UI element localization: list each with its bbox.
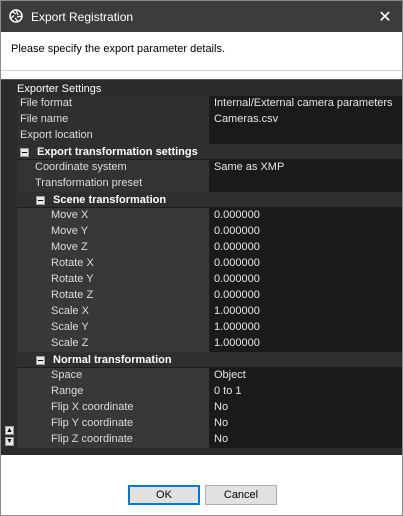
property-name: Flip Z coordinate bbox=[17, 432, 210, 448]
property-row-flip-x[interactable]: Flip X coordinate No bbox=[17, 400, 402, 416]
property-value[interactable]: 0.000000 bbox=[210, 208, 402, 224]
property-row-move-z[interactable]: Move Z 0.000000 bbox=[17, 240, 402, 256]
group-label: Normal transformation bbox=[53, 353, 172, 366]
property-value[interactable]: No bbox=[210, 400, 402, 416]
property-row-rotate-z[interactable]: Rotate Z 0.000000 bbox=[17, 288, 402, 304]
property-name: Flip Y coordinate bbox=[17, 416, 210, 432]
property-value[interactable]: Object bbox=[210, 368, 402, 384]
ok-button[interactable]: OK bbox=[128, 485, 200, 505]
property-row-scale-z[interactable]: Scale Z 1.000000 bbox=[17, 336, 402, 352]
property-row-space[interactable]: Space Object bbox=[17, 368, 402, 384]
property-row-move-x[interactable]: Move X 0.000000 bbox=[17, 208, 402, 224]
property-row-flip-z[interactable]: Flip Z coordinate No bbox=[17, 432, 402, 448]
property-name: Rotate X bbox=[17, 256, 210, 272]
property-name: Space bbox=[17, 368, 210, 384]
property-name: Move X bbox=[17, 208, 210, 224]
scroll-down-icon[interactable]: ▼ bbox=[5, 437, 14, 446]
collapse-icon[interactable] bbox=[36, 195, 45, 205]
property-name: Rotate Y bbox=[17, 272, 210, 288]
property-value[interactable]: Internal/External camera parameters bbox=[210, 96, 402, 112]
property-value[interactable]: 0 to 1 bbox=[210, 384, 402, 400]
property-name: Transformation preset bbox=[17, 176, 210, 192]
property-value[interactable]: No bbox=[210, 416, 402, 432]
property-value[interactable]: 0.000000 bbox=[210, 256, 402, 272]
panel-header: Exporter Settings bbox=[17, 83, 102, 95]
property-name: Export location bbox=[17, 128, 210, 144]
property-name: Move Z bbox=[17, 240, 210, 256]
property-value[interactable] bbox=[210, 128, 402, 144]
property-value[interactable] bbox=[210, 176, 402, 192]
property-row-flip-y[interactable]: Flip Y coordinate No bbox=[17, 416, 402, 432]
divider bbox=[1, 70, 402, 71]
property-name: Range bbox=[17, 384, 210, 400]
property-name: File name bbox=[17, 112, 210, 128]
group-scene-transformation[interactable]: Scene transformation bbox=[17, 192, 402, 208]
cancel-button[interactable]: Cancel bbox=[205, 485, 277, 505]
property-name: Move Y bbox=[17, 224, 210, 240]
property-row-coordinate-system[interactable]: Coordinate system Same as XMP bbox=[17, 160, 402, 176]
property-value[interactable]: 1.000000 bbox=[210, 320, 402, 336]
property-grid: File format Internal/External camera par… bbox=[17, 96, 402, 448]
exporter-settings-panel: Exporter Settings File format Internal/E… bbox=[1, 79, 402, 455]
property-name: Scale Y bbox=[17, 320, 210, 336]
property-row-rotate-y[interactable]: Rotate Y 0.000000 bbox=[17, 272, 402, 288]
group-normal-transformation[interactable]: Normal transformation bbox=[17, 352, 402, 368]
close-icon[interactable]: ✕ bbox=[368, 1, 402, 32]
property-row-range[interactable]: Range 0 to 1 bbox=[17, 384, 402, 400]
camera-aperture-icon bbox=[9, 9, 23, 23]
property-name: Rotate Z bbox=[17, 288, 210, 304]
title-bar: Export Registration ✕ bbox=[1, 1, 402, 32]
property-value[interactable]: 0.000000 bbox=[210, 240, 402, 256]
dialog-title: Export Registration bbox=[31, 10, 134, 24]
group-export-transformation[interactable]: Export transformation settings bbox=[17, 144, 402, 160]
property-row-transformation-preset[interactable]: Transformation preset bbox=[17, 176, 402, 192]
property-name: Coordinate system bbox=[17, 160, 210, 176]
collapse-icon[interactable] bbox=[20, 147, 29, 157]
property-row-move-y[interactable]: Move Y 0.000000 bbox=[17, 224, 402, 240]
property-name: File format bbox=[17, 96, 210, 112]
scroll-up-icon[interactable]: ▲ bbox=[5, 426, 14, 435]
property-name: Scale X bbox=[17, 304, 210, 320]
instruction-text: Please specify the export parameter deta… bbox=[11, 43, 226, 55]
property-row-rotate-x[interactable]: Rotate X 0.000000 bbox=[17, 256, 402, 272]
property-value[interactable]: 1.000000 bbox=[210, 336, 402, 352]
group-label: Export transformation settings bbox=[37, 145, 198, 158]
property-value[interactable]: Same as XMP bbox=[210, 160, 402, 176]
property-value[interactable]: 0.000000 bbox=[210, 224, 402, 240]
property-row-file-format[interactable]: File format Internal/External camera par… bbox=[17, 96, 402, 112]
property-row-export-location[interactable]: Export location bbox=[17, 128, 402, 144]
property-name: Flip X coordinate bbox=[17, 400, 210, 416]
property-row-file-name[interactable]: File name Cameras.csv bbox=[17, 112, 402, 128]
collapse-icon[interactable] bbox=[36, 355, 45, 365]
property-row-scale-x[interactable]: Scale X 1.000000 bbox=[17, 304, 402, 320]
group-label: Scene transformation bbox=[53, 193, 167, 206]
property-value[interactable]: 0.000000 bbox=[210, 272, 402, 288]
property-value[interactable]: No bbox=[210, 432, 402, 448]
export-registration-dialog: Export Registration ✕ Please specify the… bbox=[0, 0, 403, 516]
property-value[interactable]: 1.000000 bbox=[210, 304, 402, 320]
property-name: Scale Z bbox=[17, 336, 210, 352]
property-value[interactable]: 0.000000 bbox=[210, 288, 402, 304]
property-value[interactable]: Cameras.csv bbox=[210, 112, 402, 128]
property-row-scale-y[interactable]: Scale Y 1.000000 bbox=[17, 320, 402, 336]
